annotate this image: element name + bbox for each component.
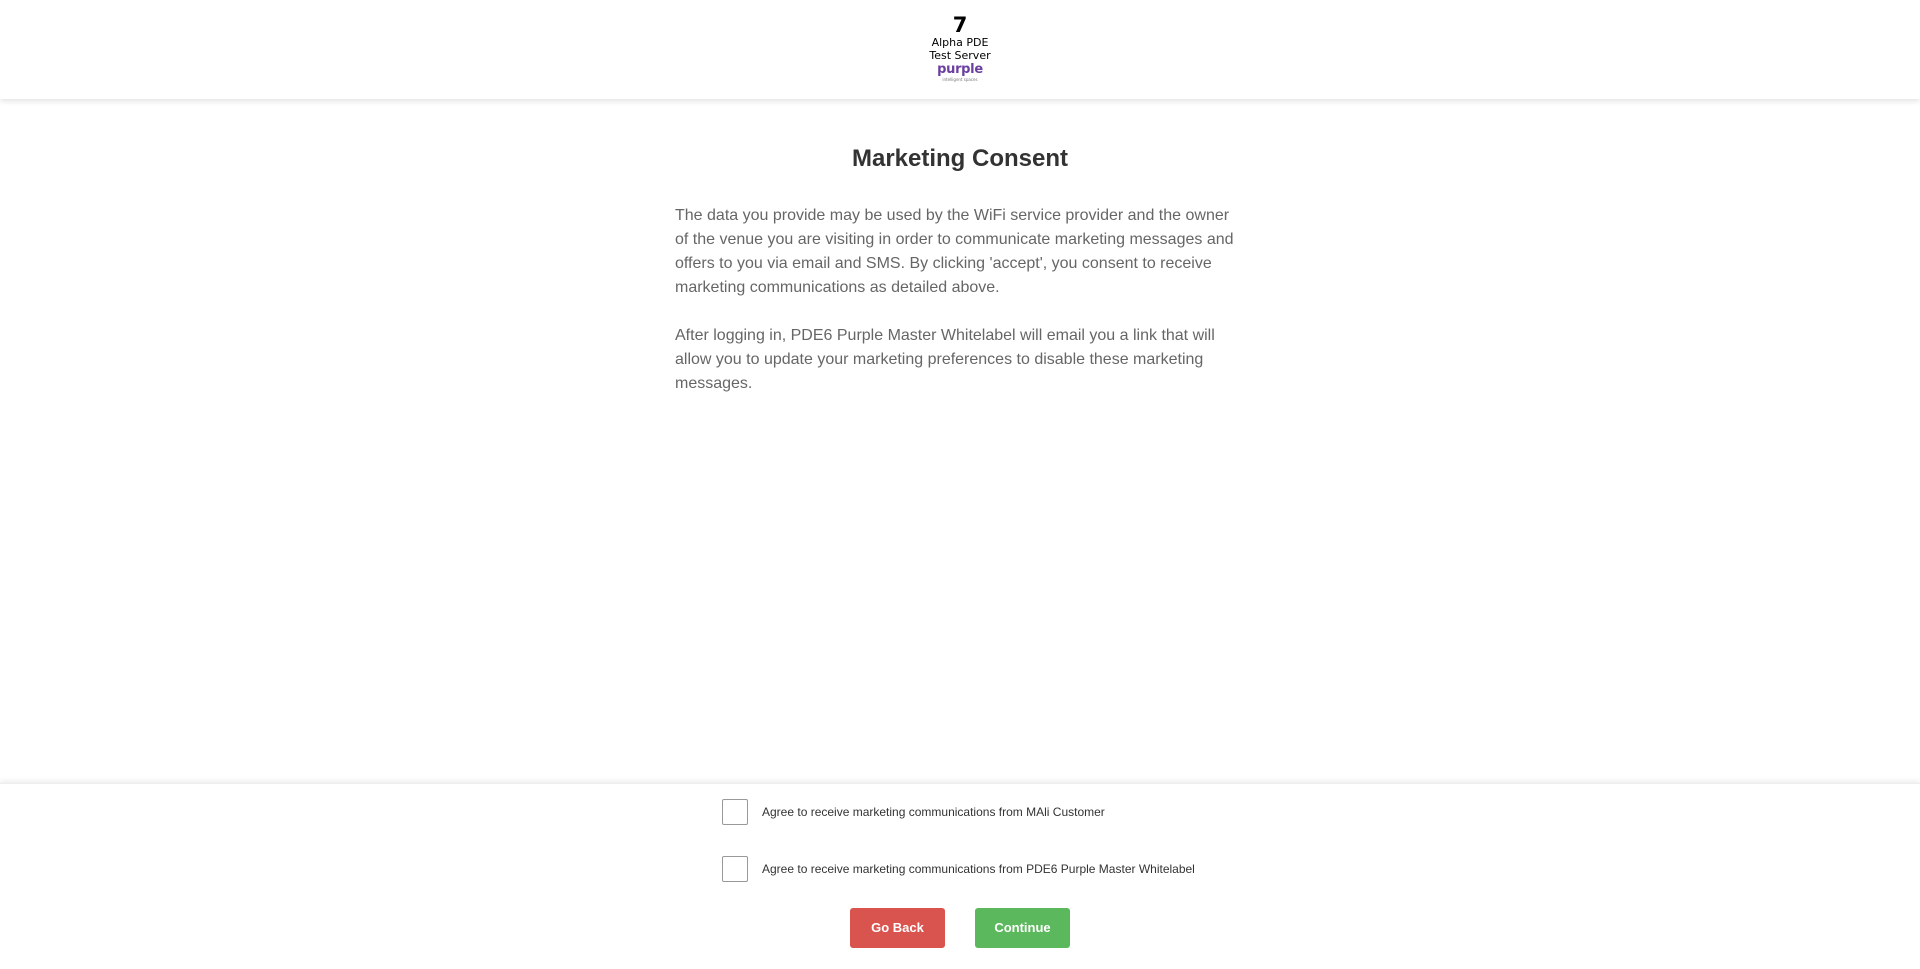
consent-label-mali-customer[interactable]: Agree to receive marketing communication…: [762, 805, 1105, 819]
consent-option-pde6-whitelabel[interactable]: Agree to receive marketing communication…: [722, 855, 1195, 883]
go-back-button[interactable]: Go Back: [850, 908, 945, 948]
page-title: Marketing Consent: [851, 145, 1069, 172]
consent-paragraph-2: After logging in, PDE6 Purple Master Whi…: [675, 327, 1215, 392]
consent-content: Marketing Consent The data you provide m…: [675, 140, 1245, 396]
consent-option-mali-customer[interactable]: Agree to receive marketing communication…: [722, 798, 1105, 826]
brand-logo: 7 Alpha PDE Test Server purple intellige…: [920, 14, 1000, 82]
logo-tagline: intelligent spaces: [942, 77, 978, 82]
consent-paragraph-1: The data you provide may be used by the …: [675, 207, 1234, 296]
logo-line-2: Test Server: [929, 49, 991, 62]
logo-line-1: Alpha PDE: [931, 36, 989, 49]
logo-number: 7: [952, 13, 968, 37]
consent-label-pde6-whitelabel[interactable]: Agree to receive marketing communication…: [762, 862, 1195, 876]
header: 7 Alpha PDE Test Server purple intellige…: [0, 0, 1920, 99]
consent-checkbox-mali-customer[interactable]: [722, 799, 748, 825]
consent-checkbox-pde6-whitelabel[interactable]: [722, 856, 748, 882]
continue-button[interactable]: Continue: [975, 908, 1070, 948]
logo-brand: purple: [937, 62, 983, 77]
